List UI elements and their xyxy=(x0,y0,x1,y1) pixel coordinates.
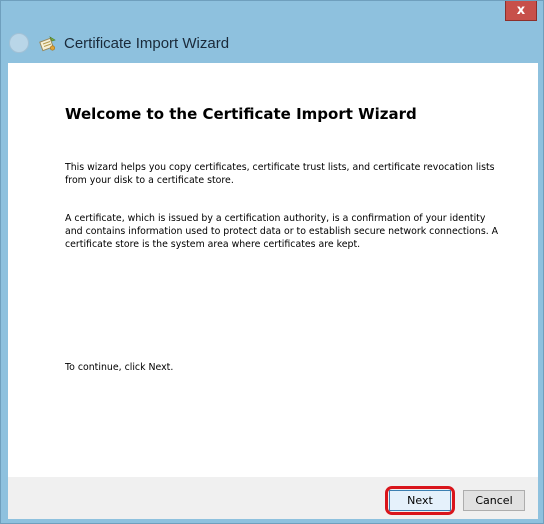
certificate-wizard-icon xyxy=(39,36,56,52)
wizard-window: x Certificate Import Wizard Welcome to t… xyxy=(0,0,544,524)
close-icon: x xyxy=(516,3,526,18)
intro-paragraph: This wizard helps you copy certificates,… xyxy=(65,162,495,186)
wizard-title: Certificate Import Wizard xyxy=(64,35,230,52)
content-pane: Welcome to the Certificate Import Wizard… xyxy=(8,63,538,477)
wizard-header: Certificate Import Wizard xyxy=(1,27,543,61)
continue-instruction: To continue, click Next. xyxy=(65,362,174,373)
page-heading: Welcome to the Certificate Import Wizard xyxy=(65,105,417,123)
next-button[interactable]: Next xyxy=(389,490,451,511)
back-arrow-icon[interactable] xyxy=(9,33,29,53)
description-paragraph: A certificate, which is issued by a cert… xyxy=(65,213,499,250)
button-bar: Next Cancel xyxy=(8,477,538,519)
cancel-button[interactable]: Cancel xyxy=(463,490,525,511)
close-button[interactable]: x xyxy=(505,1,537,21)
